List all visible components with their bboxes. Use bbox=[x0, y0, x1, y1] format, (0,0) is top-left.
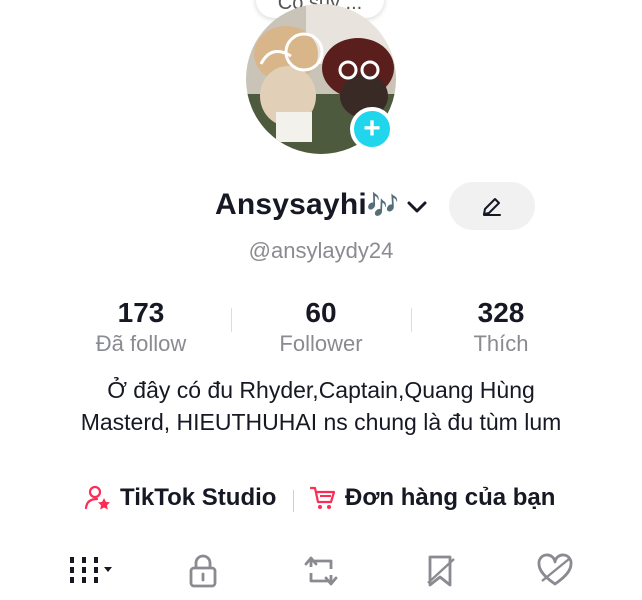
tab-private[interactable] bbox=[180, 548, 226, 594]
music-notes-emoji: 🎶 bbox=[366, 190, 400, 220]
links-divider bbox=[293, 490, 294, 512]
chevron-down-icon[interactable] bbox=[404, 194, 430, 220]
tab-videos[interactable] bbox=[62, 548, 122, 594]
stat-following[interactable]: 173 Đã follow bbox=[51, 296, 231, 358]
display-name[interactable]: Ansysayhi🎶 bbox=[215, 188, 399, 222]
profile-page: Có suy ... + Ansysayhi🎶 bbox=[0, 0, 642, 600]
grid-videos-icon bbox=[70, 557, 112, 583]
following-count: 173 bbox=[117, 297, 165, 328]
repost-icon bbox=[304, 556, 338, 586]
tiktok-studio-link[interactable]: TikTok Studio bbox=[84, 484, 276, 512]
tiktok-studio-label: TikTok Studio bbox=[120, 484, 277, 511]
orders-link[interactable]: Đơn hàng của bạn bbox=[309, 484, 555, 512]
add-story-button[interactable]: + bbox=[350, 107, 394, 151]
stat-likes[interactable]: 328 Thích bbox=[411, 296, 591, 358]
bookmark-favorites-icon bbox=[427, 555, 455, 587]
profile-tabs bbox=[0, 548, 642, 600]
user-star-icon bbox=[84, 485, 110, 510]
pencil-icon bbox=[483, 198, 501, 216]
username: @ansylaydy24 bbox=[248, 238, 394, 263]
display-name-text: Ansysayhi bbox=[215, 188, 367, 221]
followers-count: 60 bbox=[305, 297, 337, 328]
likes-label: Thích bbox=[473, 331, 529, 356]
stats-row: 173 Đã follow 60 Follower 328 Thích bbox=[0, 296, 642, 360]
name-row: Ansysayhi🎶 bbox=[0, 182, 642, 232]
heart-liked-icon bbox=[537, 553, 573, 586]
bio-text: Ở đây có đu Rhyder,Captain,Quang Hùng Ma… bbox=[80, 377, 562, 435]
stat-followers[interactable]: 60 Follower bbox=[231, 296, 411, 358]
tab-liked[interactable] bbox=[532, 548, 578, 594]
orders-label: Đơn hàng của bạn bbox=[345, 484, 556, 511]
shopping-cart-icon bbox=[309, 486, 336, 509]
likes-count: 328 bbox=[477, 297, 525, 328]
plus-icon: + bbox=[363, 112, 381, 145]
lock-icon bbox=[189, 554, 217, 588]
avatar-container: + bbox=[246, 4, 396, 154]
tab-favorites[interactable] bbox=[418, 548, 464, 594]
profile-links-row: TikTok Studio Đơn hàng của bạn bbox=[0, 484, 642, 520]
edit-profile-button[interactable] bbox=[449, 182, 535, 230]
following-label: Đã follow bbox=[95, 331, 187, 356]
followers-label: Follower bbox=[279, 331, 363, 356]
tab-reposts[interactable] bbox=[298, 548, 344, 594]
